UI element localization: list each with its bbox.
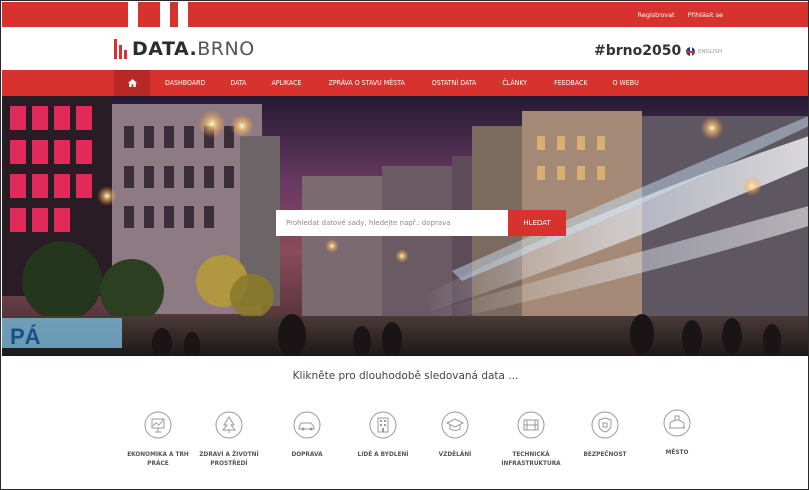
- decor-stripe: [178, 2, 188, 27]
- building-icon: [369, 411, 397, 439]
- category-bezpecnost[interactable]: BEZPEČNOST: [569, 411, 641, 460]
- home-icon: [127, 79, 137, 87]
- category-vzdelani[interactable]: VZDĚLÁNÍ: [419, 411, 491, 460]
- main-navigation: DASHBOARD DATA APLIKACE ZPRÁVA O STAVU M…: [2, 70, 808, 96]
- category-label: TECHNICKÁ INFRASTRUKTURA: [501, 452, 561, 467]
- category-label: LIDÉ A BYDLENÍ: [357, 452, 409, 458]
- category-label: VZDĚLÁNÍ: [438, 452, 472, 458]
- nav-items: DASHBOARD DATA APLIKACE ZPRÁVA O STAVU M…: [165, 70, 639, 96]
- category-list: EKONOMIKA A TRH PRÁCE ZDRAVÍ A ŽIVOTNÍ PRO…: [127, 409, 709, 481]
- svg-text:PÁ: PÁ: [10, 324, 41, 349]
- category-lide-a-bydleni[interactable]: LIDÉ A BYDLENÍ: [347, 411, 419, 460]
- nav-dashboard[interactable]: DASHBOARD: [165, 79, 205, 87]
- nav-feedback[interactable]: FEEDBACK: [554, 79, 587, 87]
- hero-banner: PÁ HLEDAT: [2, 96, 808, 356]
- site-header: DATA.BRNO #brno2050 ENGLISH: [2, 27, 808, 70]
- dataset-search-input[interactable]: [286, 219, 508, 227]
- category-ekonomika[interactable]: EKONOMIKA A TRH PRÁCE: [122, 411, 194, 469]
- uk-flag-icon: [686, 47, 695, 56]
- logo-text: DATA.BRNO: [132, 38, 255, 60]
- category-zdravi[interactable]: ZDRAVÍ A ŽIVOTNÍ PROSTŘEDÍ: [193, 411, 265, 469]
- category-label: MĚSTO: [665, 450, 689, 456]
- nav-ostatni-data[interactable]: OSTATNÍ DATA: [432, 79, 477, 87]
- decor-stripe: [128, 2, 138, 27]
- language-label: ENGLISH: [698, 48, 723, 55]
- search-button[interactable]: HLEDAT: [508, 210, 566, 236]
- category-label: DOPRAVA: [291, 452, 323, 458]
- nav-clanky[interactable]: ČLÁNKY: [502, 79, 527, 87]
- decor-stripe: [160, 2, 170, 27]
- city-icon: [663, 409, 691, 437]
- category-mesto[interactable]: MĚSTO: [641, 409, 713, 458]
- category-doprava[interactable]: DOPRAVA: [271, 411, 343, 460]
- register-link[interactable]: Registrovat: [638, 11, 675, 19]
- car-icon: [293, 411, 321, 439]
- nav-zprava-o-stavu-mesta[interactable]: ZPRÁVA O STAVU MĚSTA: [329, 79, 405, 87]
- shield-icon: [591, 411, 619, 439]
- top-utility-bar: Registrovat Přihlásit se: [2, 2, 808, 27]
- dataset-search-box: [276, 210, 508, 236]
- category-label: ZDRAVÍ A ŽIVOTNÍ PROSTŘEDÍ: [199, 452, 259, 467]
- category-label: EKONOMIKA A TRH PRÁCE: [127, 452, 189, 467]
- nav-aplikace[interactable]: APLIKACE: [271, 79, 301, 87]
- nav-data[interactable]: DATA: [230, 79, 246, 87]
- login-link[interactable]: Přihlásit se: [688, 11, 723, 19]
- account-links: Registrovat Přihlásit se: [638, 2, 723, 27]
- category-technicka-infrastruktura[interactable]: TECHNICKÁ INFRASTRUKTURA: [495, 411, 567, 469]
- nav-o-webu[interactable]: O WEBU: [613, 79, 639, 87]
- language-switch[interactable]: ENGLISH: [686, 47, 722, 56]
- category-label: BEZPEČNOST: [583, 452, 627, 458]
- tree-icon: [215, 411, 243, 439]
- categories-lead-text: Klikněte pro dlouhodobě sledovaná data .…: [292, 370, 519, 382]
- logo-bars-icon: [114, 39, 128, 59]
- home-button[interactable]: [114, 70, 150, 96]
- graduation-cap-icon: [441, 411, 469, 439]
- page-frame: Registrovat Přihlásit se DATA.BRNO #brno…: [0, 0, 809, 490]
- infrastructure-icon: [517, 411, 545, 439]
- chart-icon: [144, 411, 172, 439]
- data-brno-logo[interactable]: DATA.BRNO: [114, 37, 255, 61]
- brno2050-hashtag[interactable]: #brno2050: [594, 43, 681, 59]
